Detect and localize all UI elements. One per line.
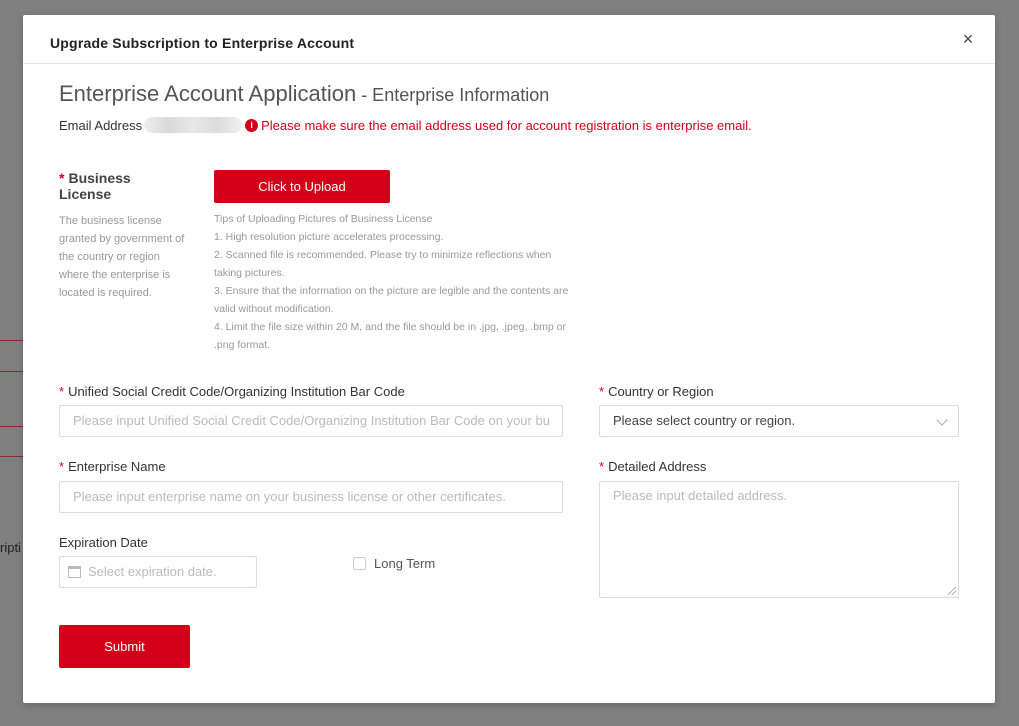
email-row: Email Address i Please make sure the ema…	[59, 117, 752, 133]
required-mark: *	[59, 459, 65, 474]
credit-code-label: * Unified Social Credit Code/Organizing I…	[59, 384, 405, 399]
credit-code-label-text: Unified Social Credit Code/Organizing In…	[68, 384, 405, 399]
business-license-description: The business license granted by governme…	[59, 215, 185, 299]
tip-item: 1. High resolution picture accelerates p…	[214, 231, 444, 243]
required-mark: *	[59, 170, 65, 186]
address-label-text: Detailed Address	[608, 459, 707, 474]
tips-title: Tips of Uploading Pictures of Business L…	[214, 213, 433, 225]
modal-title: Upgrade Subscription to Enterprise Accou…	[50, 35, 355, 51]
business-license-text: Business License	[59, 170, 131, 202]
required-mark: *	[599, 384, 605, 399]
resize-handle[interactable]	[948, 587, 956, 595]
chevron-down-icon	[936, 414, 948, 426]
email-label: Email Address	[59, 117, 143, 133]
address-label: * Detailed Address	[599, 459, 706, 474]
expiration-placeholder: Select expiration date.	[88, 564, 217, 579]
address-placeholder: Please input detailed address.	[613, 488, 788, 503]
country-select-value: Please select country or region.	[613, 413, 796, 428]
country-select[interactable]: Please select country or region.	[599, 405, 959, 437]
expiration-date-input[interactable]: Select expiration date.	[59, 556, 257, 588]
email-value-redacted	[144, 117, 243, 133]
modal-header: Upgrade Subscription to Enterprise Accou…	[23, 15, 995, 64]
upload-tips: Tips of Uploading Pictures of Business L…	[214, 210, 569, 354]
email-warning: Please make sure the email address used …	[261, 117, 752, 133]
info-icon: i	[245, 118, 259, 132]
tip-item: 4. Limit the file size within 20 M, and …	[214, 321, 566, 351]
calendar-icon	[68, 566, 81, 578]
required-mark: *	[599, 459, 605, 474]
country-label: * Country or Region	[599, 384, 714, 399]
business-license-label: * Business License	[59, 170, 169, 202]
credit-code-input[interactable]: Please input Unified Social Credit Code/…	[59, 405, 563, 437]
enterprise-name-label: * Enterprise Name	[59, 459, 166, 474]
long-term-label[interactable]: Long Term	[374, 556, 435, 571]
heading-sub: - Enterprise Information	[356, 85, 550, 105]
enterprise-name-input[interactable]: Please input enterprise name on your bus…	[59, 481, 563, 513]
required-mark: *	[59, 384, 65, 399]
expiration-label: Expiration Date	[59, 535, 148, 550]
upgrade-modal: Upgrade Subscription to Enterprise Accou…	[23, 15, 995, 703]
country-label-text: Country or Region	[608, 384, 714, 399]
long-term-checkbox[interactable]	[353, 557, 366, 570]
address-textarea[interactable]: Please input detailed address.	[599, 481, 959, 598]
tip-item: 2. Scanned file is recommended. Please t…	[214, 249, 552, 279]
background-partial-text: ripti	[0, 540, 21, 555]
tip-item: 3. Ensure that the information on the pi…	[214, 285, 569, 315]
submit-button[interactable]: Submit	[59, 625, 190, 668]
upload-button[interactable]: Click to Upload	[214, 170, 390, 203]
close-icon[interactable]: ×	[959, 30, 977, 48]
heading-main: Enterprise Account Application	[59, 81, 357, 106]
enterprise-name-label-text: Enterprise Name	[68, 459, 166, 474]
page-heading: Enterprise Account Application - Enterpr…	[59, 81, 549, 107]
